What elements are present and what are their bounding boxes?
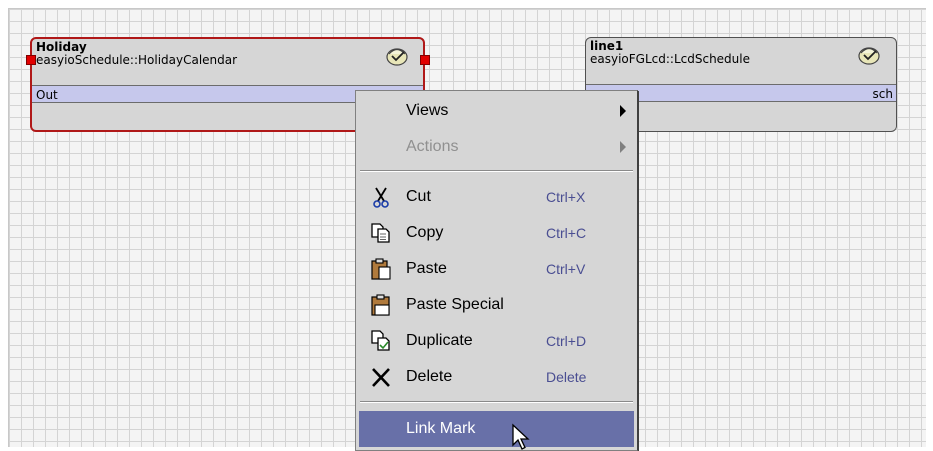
menu-item-shortcut: Delete	[546, 369, 587, 385]
selection-handle[interactable]	[420, 55, 430, 65]
submenu-arrow-icon	[620, 141, 626, 153]
menu-item-shortcut: Ctrl+X	[546, 189, 586, 205]
menu-item-link-mark[interactable]: Link Mark	[359, 411, 634, 447]
duplicate-icon	[371, 330, 390, 351]
menu-item-label: Cut	[406, 188, 431, 205]
component-widget-icon	[386, 48, 408, 66]
slot-label: sch	[872, 87, 893, 101]
context-menu: Views Actions Cut Ctrl+X Copy Ctrl+C Pas…	[355, 90, 638, 451]
menu-item-label: Actions	[406, 138, 459, 155]
menu-item-copy[interactable]: Copy Ctrl+C	[359, 215, 634, 249]
submenu-arrow-icon	[620, 105, 626, 117]
menu-item-paste[interactable]: Paste Ctrl+V	[359, 251, 634, 285]
scissors-icon	[373, 187, 389, 208]
component-type: easyioSchedule::HolidayCalendar	[36, 53, 238, 67]
clipboard-icon	[371, 294, 390, 316]
menu-item-actions[interactable]: Actions	[359, 129, 634, 163]
menu-item-label: Duplicate	[406, 332, 473, 349]
component-widget-icon	[858, 47, 880, 65]
selection-handle[interactable]	[26, 55, 36, 65]
menu-item-label: Paste	[406, 260, 447, 277]
menu-separator	[360, 401, 633, 403]
menu-item-shortcut: Ctrl+V	[546, 261, 586, 277]
x-delete-icon	[372, 368, 390, 387]
menu-item-shortcut: Ctrl+C	[546, 225, 587, 241]
menu-item-cut[interactable]: Cut Ctrl+X	[359, 179, 634, 213]
component-type: easyioFGLcd::LcdSchedule	[590, 52, 750, 66]
clipboard-icon	[371, 258, 391, 280]
menu-item-shortcut: Ctrl+D	[546, 333, 587, 349]
menu-item-label: Paste Special	[406, 296, 504, 313]
copy-icon	[371, 223, 390, 243]
menu-item-delete[interactable]: Delete Delete	[359, 359, 634, 393]
menu-item-views[interactable]: Views	[359, 93, 634, 127]
menu-item-label: Delete	[406, 368, 453, 385]
menu-separator	[360, 170, 633, 172]
menu-item-label: Link Mark	[406, 420, 476, 437]
mouse-pointer-icon	[512, 423, 530, 450]
menu-item-paste-special[interactable]: Paste Special	[359, 287, 634, 321]
menu-item-duplicate[interactable]: Duplicate Ctrl+D	[359, 323, 634, 357]
menu-item-label: Copy	[406, 224, 444, 241]
menu-item-label: Views	[406, 102, 449, 119]
slot-label: Out	[36, 88, 58, 102]
